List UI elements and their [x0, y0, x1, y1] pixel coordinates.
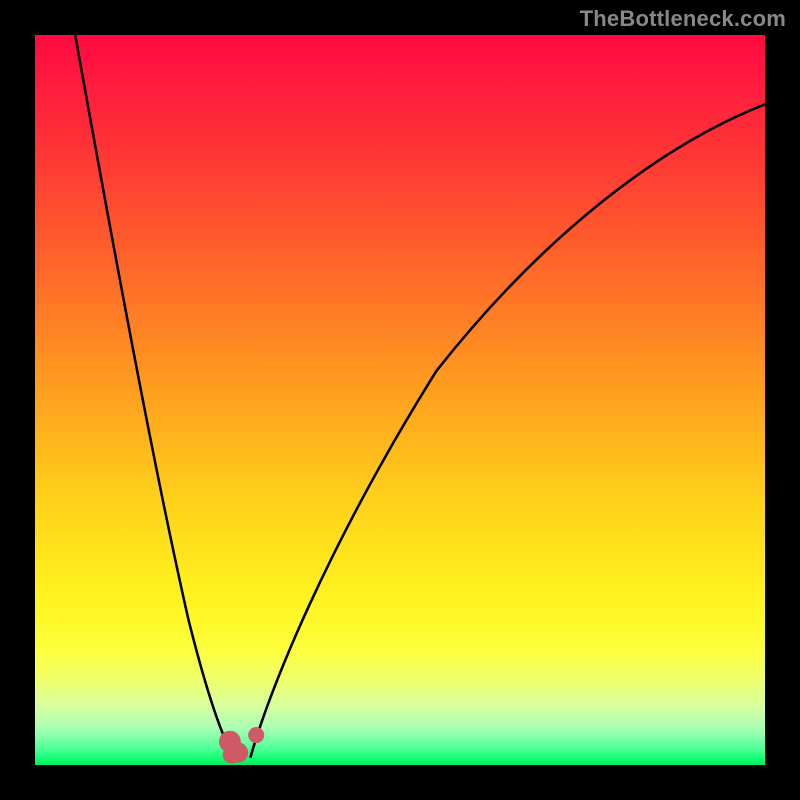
right-curve — [250, 104, 765, 757]
optimum-marker — [248, 727, 264, 743]
left-curve — [75, 35, 236, 759]
optimum-marker — [223, 746, 241, 764]
chart-plot-area — [35, 35, 765, 765]
optimum-marker-group — [219, 727, 264, 764]
chart-curves-svg — [35, 35, 765, 765]
watermark-label: TheBottleneck.com — [580, 6, 786, 32]
chart-frame: TheBottleneck.com — [0, 0, 800, 800]
